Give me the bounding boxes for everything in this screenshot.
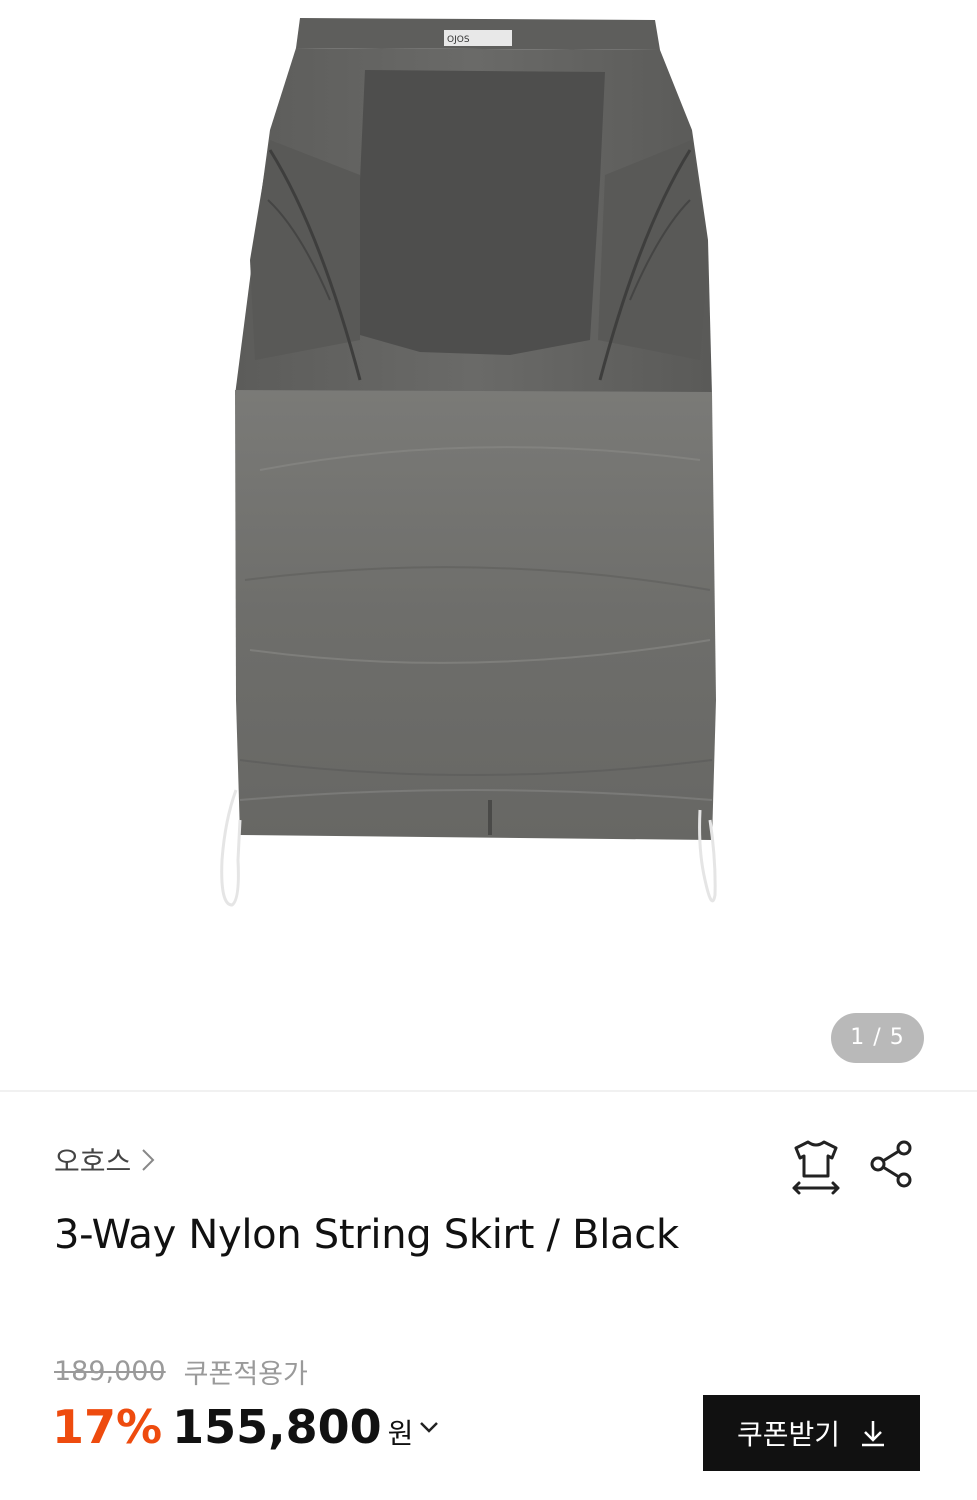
- sale-price: 155,800: [172, 1400, 382, 1454]
- svg-text:OJOS: OJOS: [447, 35, 470, 45]
- product-title: 3-Way Nylon String Skirt / Black: [54, 1212, 679, 1258]
- brand-link[interactable]: 오호스: [54, 1140, 155, 1180]
- original-price-row: 189,000 쿠폰적용가: [54, 1352, 308, 1391]
- get-coupon-label: 쿠폰받기: [736, 1418, 841, 1451]
- tshirt-size-icon: [792, 1140, 840, 1195]
- image-counter: 1 / 5: [831, 1013, 924, 1063]
- chevron-right-icon: [141, 1148, 155, 1172]
- chevron-down-icon[interactable]: [419, 1420, 439, 1434]
- product-image[interactable]: OJOS: [0, 0, 977, 1090]
- coupon-price-note: 쿠폰적용가: [183, 1359, 308, 1390]
- download-icon: [860, 1419, 886, 1447]
- original-price: 189,000: [54, 1356, 166, 1387]
- brand-name: 오호스: [54, 1145, 132, 1178]
- price-row: 17% 155,800 원: [52, 1400, 439, 1454]
- share-icon: [870, 1140, 912, 1188]
- discount-rate: 17%: [52, 1400, 163, 1454]
- size-guide-button[interactable]: [788, 1136, 844, 1196]
- get-coupon-button[interactable]: 쿠폰받기: [703, 1395, 920, 1471]
- section-divider: [0, 1090, 977, 1092]
- product-gallery[interactable]: OJOS 1 / 5: [0, 0, 977, 1090]
- currency-unit: 원: [387, 1417, 414, 1450]
- share-button[interactable]: [866, 1138, 918, 1190]
